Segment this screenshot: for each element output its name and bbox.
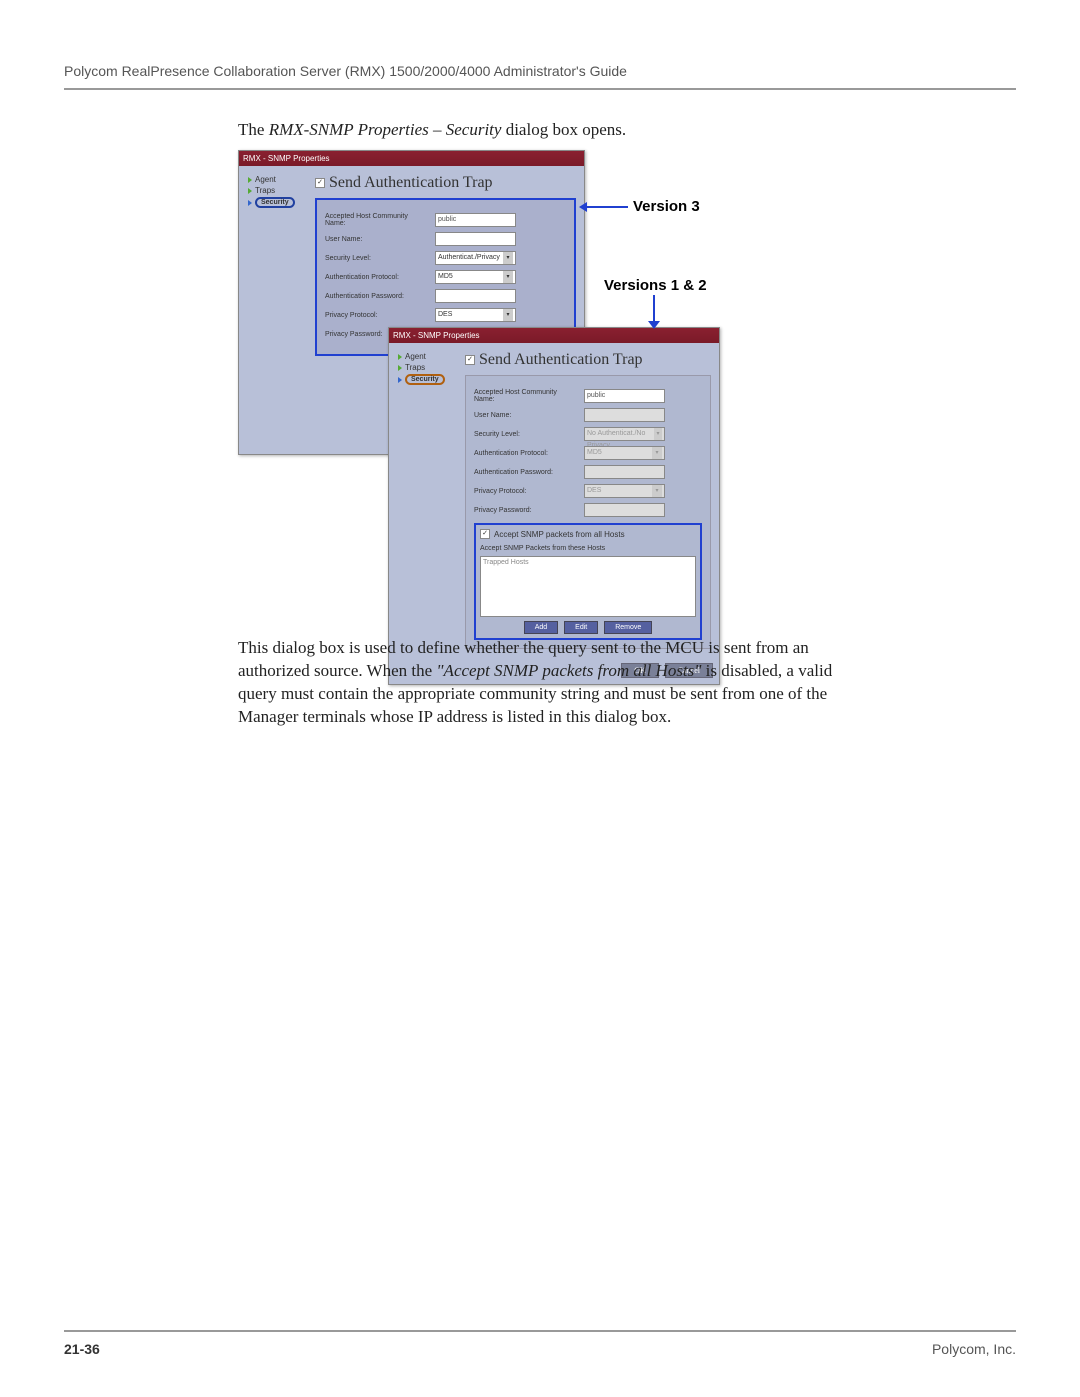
title-bar: RMX - SNMP Properties [239, 151, 584, 166]
add-button[interactable]: Add [524, 621, 558, 634]
body-text-ital: "Accept SNMP packets from all Hosts" [436, 661, 701, 680]
checkbox-icon: ✓ [315, 178, 325, 188]
callout-v3: Version 3 [633, 198, 700, 215]
arrow-line [583, 206, 628, 208]
nav-label: Traps [405, 363, 425, 372]
chevron-down-icon: ▾ [503, 271, 513, 283]
intro-line: The RMX-SNMP Properties – Security dialo… [238, 120, 626, 140]
triangle-icon [248, 200, 252, 206]
triangle-icon [398, 365, 402, 371]
chevron-down-icon: ▾ [503, 309, 513, 321]
chevron-down-icon: ▾ [503, 252, 513, 264]
field-label: Authentication Protocol: [474, 450, 579, 457]
field-label: Privacy Protocol: [474, 488, 579, 495]
nav-label: Traps [255, 186, 275, 195]
arrow-down-icon [648, 321, 660, 329]
seclevel-select: No Authenticat./No Privacy▾ [584, 427, 665, 441]
select-value: Authenticat./Privacy [438, 252, 500, 264]
seclevel-select[interactable]: Authenticat./Privacy▾ [435, 251, 516, 265]
privpass-input [584, 503, 665, 517]
community-input[interactable]: public [435, 213, 516, 227]
auth-trap-checkbox[interactable]: ✓ Send Authentication Trap [465, 351, 711, 369]
privproto-select[interactable]: DES ▾ [435, 308, 516, 322]
hosts-sublabel: Accept SNMP Packets from these Hosts [480, 545, 696, 552]
arrow-left-icon [579, 202, 587, 212]
chevron-down-icon: ▾ [652, 447, 662, 459]
hosts-section: ✓ Accept SNMP packets from all Hosts Acce… [474, 523, 702, 640]
triangle-icon [248, 177, 252, 183]
authproto-select[interactable]: MD5 ▾ [435, 270, 516, 284]
body-paragraph: This dialog box is used to define whethe… [238, 637, 858, 729]
security-pill: Security [405, 374, 445, 385]
intro-post: dialog box opens. [501, 120, 626, 139]
auth-trap-checkbox[interactable]: ✓ Send Authentication Trap [315, 174, 576, 192]
arrow-line-v [653, 295, 655, 323]
username-input[interactable] [435, 232, 516, 246]
doc-header: Polycom RealPresence Collaboration Serve… [64, 63, 1016, 79]
checkbox-label: Send Authentication Trap [329, 174, 493, 192]
intro-pre: The [238, 120, 269, 139]
nav-agent[interactable]: Agent [397, 351, 457, 362]
field-label: User Name: [325, 236, 430, 243]
field-label: User Name: [474, 412, 579, 419]
authproto-select: MD5 ▾ [584, 446, 665, 460]
field-label: Privacy Password: [474, 507, 579, 514]
username-input [584, 408, 665, 422]
authpass-input [584, 465, 665, 479]
select-value: DES [438, 309, 452, 321]
intro-ital: RMX-SNMP Properties – Security [269, 120, 502, 139]
title-bar: RMX - SNMP Properties [389, 328, 719, 343]
header-rule [64, 88, 1016, 90]
field-label: Authentication Password: [474, 469, 579, 476]
v12-form-panel: Accepted Host Community Name: public User… [465, 375, 711, 649]
select-value: No Authenticat./No Privacy [587, 428, 654, 440]
checkbox-icon: ✓ [480, 529, 490, 539]
community-input[interactable]: public [584, 389, 665, 403]
field-label: Security Level: [474, 431, 579, 438]
select-value: DES [587, 485, 601, 497]
field-label: Accepted Host Community Name: [474, 389, 579, 403]
field-label: Security Level: [325, 255, 430, 262]
dialog-v12: RMX - SNMP Properties Agent Traps Securi… [388, 327, 720, 685]
field-label: Privacy Protocol: [325, 312, 430, 319]
nav-security[interactable]: Security [247, 196, 307, 209]
nav-sidebar: Agent Traps Security [247, 174, 307, 356]
callout-v12: Versions 1 & 2 [604, 277, 707, 294]
field-label: Accepted Host Community Name: [325, 213, 430, 227]
field-label: Authentication Password: [325, 293, 430, 300]
footer-company: Polycom, Inc. [932, 1341, 1016, 1357]
chevron-down-icon: ▾ [654, 428, 662, 440]
triangle-icon [248, 188, 252, 194]
nav-sidebar: Agent Traps Security [397, 351, 457, 649]
nav-label: Agent [255, 175, 276, 184]
page-number: 21-36 [64, 1341, 100, 1357]
nav-agent[interactable]: Agent [247, 174, 307, 185]
triangle-icon [398, 377, 402, 383]
checkbox-icon: ✓ [465, 355, 475, 365]
checkbox-label: Accept SNMP packets from all Hosts [494, 530, 625, 539]
triangle-icon [398, 354, 402, 360]
nav-traps[interactable]: Traps [247, 185, 307, 196]
footer-rule [64, 1330, 1016, 1332]
checkbox-label: Send Authentication Trap [479, 351, 643, 369]
remove-button[interactable]: Remove [604, 621, 652, 634]
field-label: Authentication Protocol: [325, 274, 430, 281]
nav-traps[interactable]: Traps [397, 362, 457, 373]
authpass-input[interactable] [435, 289, 516, 303]
security-pill: Security [255, 197, 295, 208]
screenshot-composite: RMX - SNMP Properties Agent Traps Securi… [238, 150, 838, 625]
nav-security[interactable]: Security [397, 373, 457, 386]
hosts-list[interactable]: Trapped Hosts [480, 556, 696, 617]
chevron-down-icon: ▾ [652, 485, 662, 497]
nav-label: Agent [405, 352, 426, 361]
privproto-select: DES ▾ [584, 484, 665, 498]
select-value: MD5 [587, 447, 602, 459]
accept-all-hosts-checkbox[interactable]: ✓ Accept SNMP packets from all Hosts [480, 529, 696, 539]
edit-button[interactable]: Edit [564, 621, 598, 634]
select-value: MD5 [438, 271, 453, 283]
